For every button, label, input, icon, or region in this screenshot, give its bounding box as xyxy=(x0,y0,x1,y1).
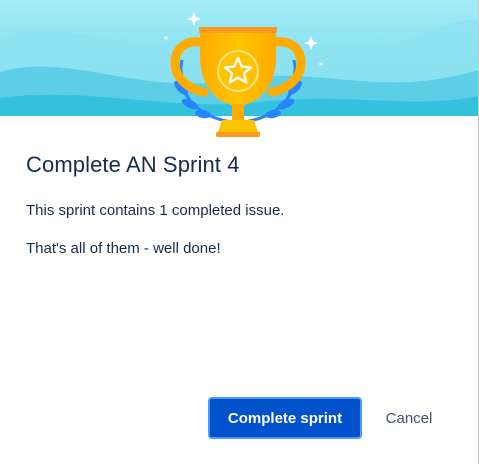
completion-message: That's all of them - well done! xyxy=(26,240,221,257)
sprint-summary-text: This sprint contains 1 completed issue. xyxy=(26,202,285,219)
dialog-title: Complete AN Sprint 4 xyxy=(26,152,240,177)
complete-sprint-button[interactable]: Complete sprint xyxy=(208,397,362,439)
cancel-button[interactable]: Cancel xyxy=(372,397,446,439)
header-illustration xyxy=(0,0,478,150)
complete-sprint-dialog: Complete AN Sprint 4 This sprint contain… xyxy=(0,0,479,464)
